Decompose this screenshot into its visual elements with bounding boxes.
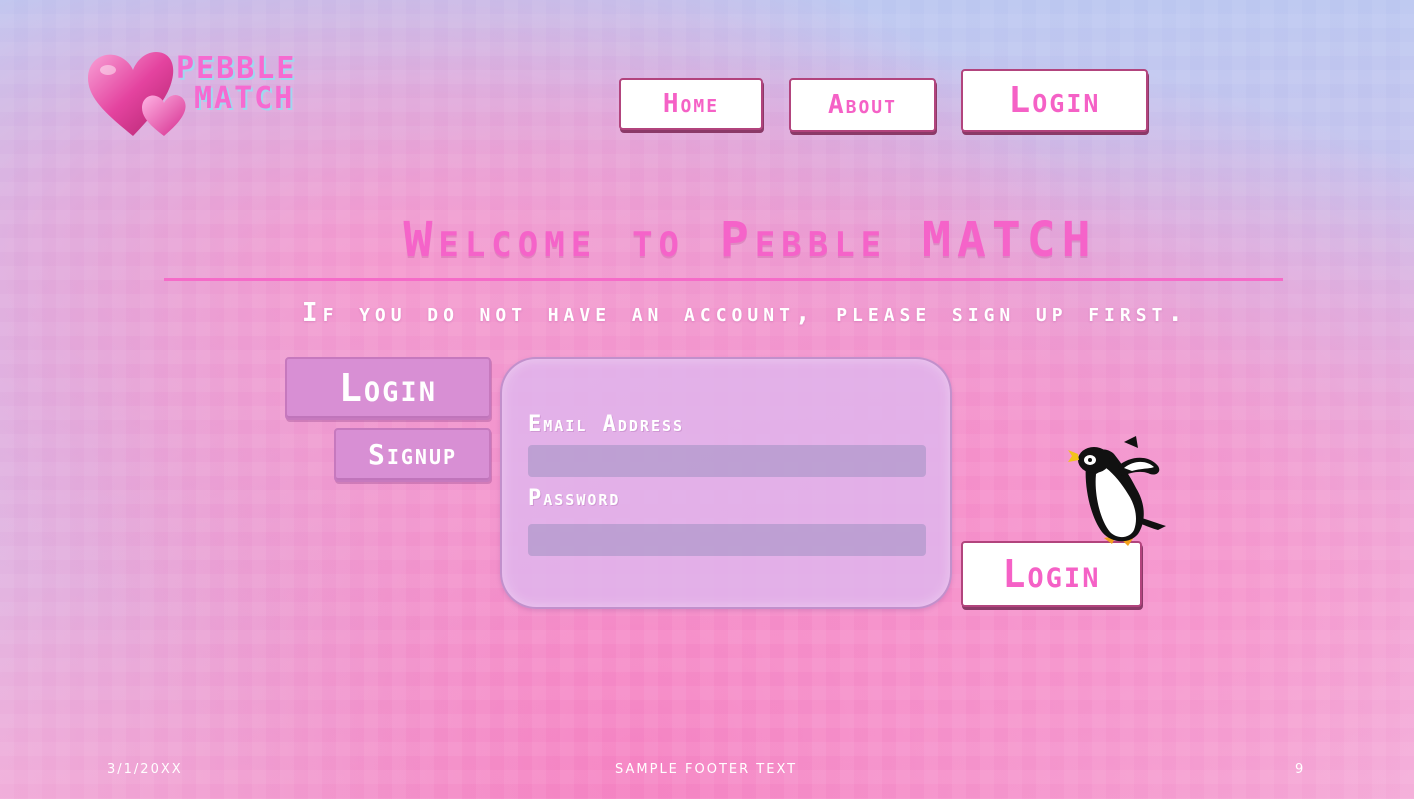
tab-signup[interactable]: Signup — [334, 428, 491, 482]
login-form: Email Address Password — [500, 357, 952, 609]
password-label: Password — [528, 486, 621, 511]
login-submit-button[interactable]: Login — [961, 541, 1142, 607]
penguin-icon — [1068, 436, 1166, 546]
nav-about-button[interactable]: About — [789, 78, 936, 132]
logo-text: PEBBLE MATCH — [176, 54, 296, 114]
email-label: Email Address — [528, 412, 685, 437]
logo-line-2: MATCH — [194, 81, 295, 116]
password-field[interactable] — [528, 524, 926, 556]
email-field[interactable] — [528, 445, 926, 477]
footer-text: SAMPLE FOOTER TEXT — [615, 762, 798, 777]
nav-login-button[interactable]: Login — [961, 69, 1148, 132]
logo[interactable]: PEBBLE MATCH — [86, 48, 346, 143]
tab-login[interactable]: Login — [285, 357, 491, 420]
title-divider — [164, 278, 1283, 281]
footer-date: 3/1/20XX — [107, 762, 183, 777]
footer-page-number: 9 — [1295, 762, 1306, 777]
signup-hint: If you do not have an account, please si… — [301, 298, 1189, 328]
page-title: Welcome to Pebble MATCH — [403, 212, 1097, 268]
nav-home-button[interactable]: Home — [619, 78, 763, 130]
